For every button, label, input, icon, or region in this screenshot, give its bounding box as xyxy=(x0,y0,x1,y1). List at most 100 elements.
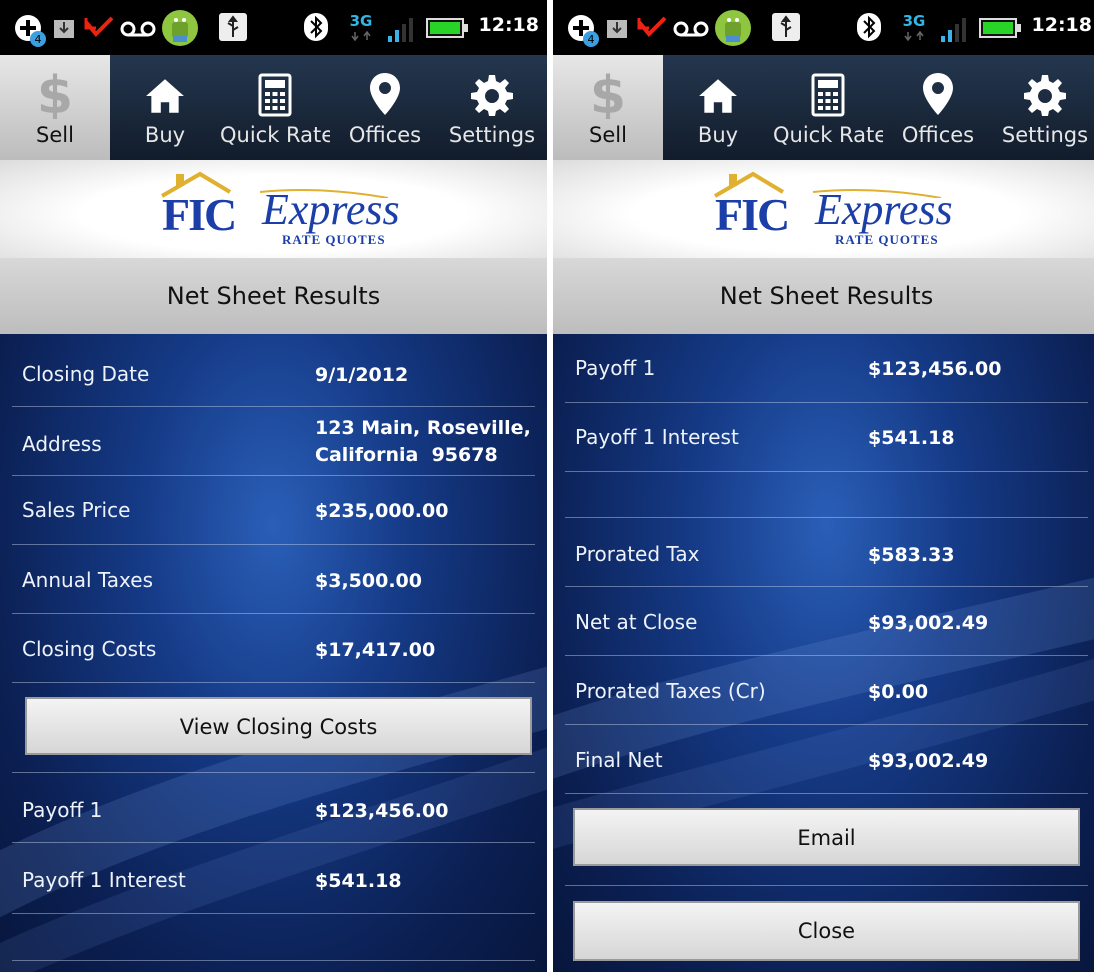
left-screen: 4 3G 12:18 Sell Buy Quick Rate Offices S… xyxy=(0,0,547,972)
row-value: $17,417.00 xyxy=(315,639,436,661)
gear-icon xyxy=(1023,73,1067,117)
row-annual-taxes: Annual Taxes $3,500.00 xyxy=(12,545,535,614)
row-label: Annual Taxes xyxy=(22,568,153,592)
status-bar: 4 3G 12:18 xyxy=(553,0,1094,55)
tab-offices[interactable]: Offices xyxy=(883,55,993,160)
row-value: $123,456.00 xyxy=(868,358,1002,380)
home-icon xyxy=(144,75,186,117)
row-label: Closing Date xyxy=(22,362,150,386)
logo-tagline: RATE QUOTES xyxy=(282,232,386,247)
email-button[interactable]: Email xyxy=(573,808,1080,866)
tab-sell[interactable]: Sell xyxy=(553,55,663,160)
home-icon xyxy=(697,75,739,117)
row-label: Payoff 1 Interest xyxy=(575,425,739,449)
row-value-line2: California 95678 xyxy=(315,444,498,466)
tab-settings[interactable]: Settings xyxy=(437,55,547,160)
row-value: $541.18 xyxy=(315,870,402,892)
row-label: Payoff 1 Interest xyxy=(22,868,186,892)
row-payoff-1: Payoff 1 $123,456.00 xyxy=(12,772,535,843)
results-content: Closing Date 9/1/2012 Address 123 Main, … xyxy=(0,334,547,972)
tab-label: Buy xyxy=(697,123,739,147)
tab-quick-rate[interactable]: Quick Rate xyxy=(773,55,883,160)
divider xyxy=(565,884,1088,886)
battery-icon xyxy=(426,18,468,38)
view-closing-costs-button[interactable]: View Closing Costs xyxy=(25,697,532,755)
calculator-icon xyxy=(258,73,292,117)
row-prorated-tax: Prorated Tax $583.33 xyxy=(565,518,1088,587)
add-circle-icon: 4 xyxy=(15,15,46,47)
row-closing-date: Closing Date 9/1/2012 xyxy=(12,334,535,407)
row-value: $123,456.00 xyxy=(315,800,449,822)
map-pin-icon xyxy=(921,71,955,117)
tab-offices[interactable]: Offices xyxy=(330,55,440,160)
tab-bar: Sell Buy Quick Rate Offices Settings xyxy=(0,55,547,160)
tab-buy[interactable]: Buy xyxy=(110,55,220,160)
tab-buy[interactable]: Buy xyxy=(663,55,773,160)
dollar-icon xyxy=(35,69,75,119)
status-time: 12:18 xyxy=(478,14,539,36)
row-payoff-1-interest: Payoff 1 Interest $541.18 xyxy=(565,403,1088,472)
tab-label: Settings xyxy=(1001,123,1089,147)
row-value: $235,000.00 xyxy=(315,500,449,522)
row-value: 9/1/2012 xyxy=(315,364,409,386)
row-value: $0.00 xyxy=(868,681,929,703)
tab-label: Sell xyxy=(589,123,627,147)
svg-text:3G: 3G xyxy=(903,12,926,30)
dollar-icon xyxy=(588,69,628,119)
bluetooth-icon xyxy=(857,13,881,41)
row-empty xyxy=(565,472,1088,518)
voicemail-icon xyxy=(673,21,709,37)
tab-settings[interactable]: Settings xyxy=(990,55,1094,160)
row-value: $93,002.49 xyxy=(868,612,989,634)
tab-bar: Sell Buy Quick Rate Offices Settings xyxy=(553,55,1094,160)
tab-label: Quick Rate xyxy=(220,123,330,147)
add-circle-icon: 4 xyxy=(568,15,599,47)
android-icon xyxy=(715,10,751,46)
download-icon xyxy=(607,20,627,38)
close-button[interactable]: Close xyxy=(573,901,1080,961)
row-value: $583.33 xyxy=(868,544,955,566)
logo-header: FIC Express RATE QUOTES xyxy=(553,160,1094,258)
logo-name: Express xyxy=(262,185,400,234)
right-screen: 4 3G 12:18 Sell Buy Quick Rate Offices S… xyxy=(553,0,1094,972)
notification-count: 4 xyxy=(35,33,42,46)
row-label: Payoff 1 xyxy=(575,356,656,380)
tab-label: Offices xyxy=(348,123,422,147)
page-title: Net Sheet Results xyxy=(166,282,381,310)
row-payoff-1-interest: Payoff 1 Interest $541.18 xyxy=(12,843,535,914)
network-3g-icon: 3G xyxy=(350,12,372,42)
notification-count: 4 xyxy=(588,33,595,46)
tab-sell[interactable]: Sell xyxy=(0,55,110,160)
row-closing-costs: Closing Costs $17,417.00 xyxy=(12,614,535,683)
row-final-net: Final Net $93,002.49 xyxy=(565,725,1088,794)
logo-brand: FIC xyxy=(162,189,237,240)
network-3g-icon: 3G xyxy=(903,12,926,42)
gear-icon xyxy=(470,73,514,117)
row-value-line1: 123 Main, Roseville, xyxy=(315,417,531,439)
page-title: Net Sheet Results xyxy=(719,282,934,310)
status-time: 12:18 xyxy=(1031,14,1092,36)
tab-label: Buy xyxy=(144,123,186,147)
row-empty xyxy=(12,914,535,961)
row-label: Payoff 1 xyxy=(22,798,103,822)
android-icon xyxy=(162,10,198,46)
row-prorated-taxes-cr: Prorated Taxes (Cr) $0.00 xyxy=(565,656,1088,725)
download-icon xyxy=(54,20,74,38)
row-address: Address 123 Main, Roseville, California … xyxy=(12,407,535,476)
signal-icon xyxy=(388,18,413,42)
missed-call-icon xyxy=(84,16,114,37)
tab-quick-rate[interactable]: Quick Rate xyxy=(220,55,330,160)
tab-label: Offices xyxy=(901,123,975,147)
results-content: Payoff 1 $123,456.00 Payoff 1 Interest $… xyxy=(553,334,1094,972)
tab-label: Quick Rate xyxy=(773,123,883,147)
tab-label: Sell xyxy=(36,123,74,147)
row-label: Final Net xyxy=(575,748,663,772)
row-label: Address xyxy=(22,432,102,456)
logo-brand: FIC xyxy=(715,189,790,240)
row-value: $93,002.49 xyxy=(868,750,989,772)
usb-icon xyxy=(219,13,247,41)
row-label: Closing Costs xyxy=(22,637,157,661)
row-label: Prorated Taxes (Cr) xyxy=(575,679,766,703)
voicemail-icon xyxy=(120,21,156,37)
status-bar: 4 3G 12:18 xyxy=(0,0,547,55)
